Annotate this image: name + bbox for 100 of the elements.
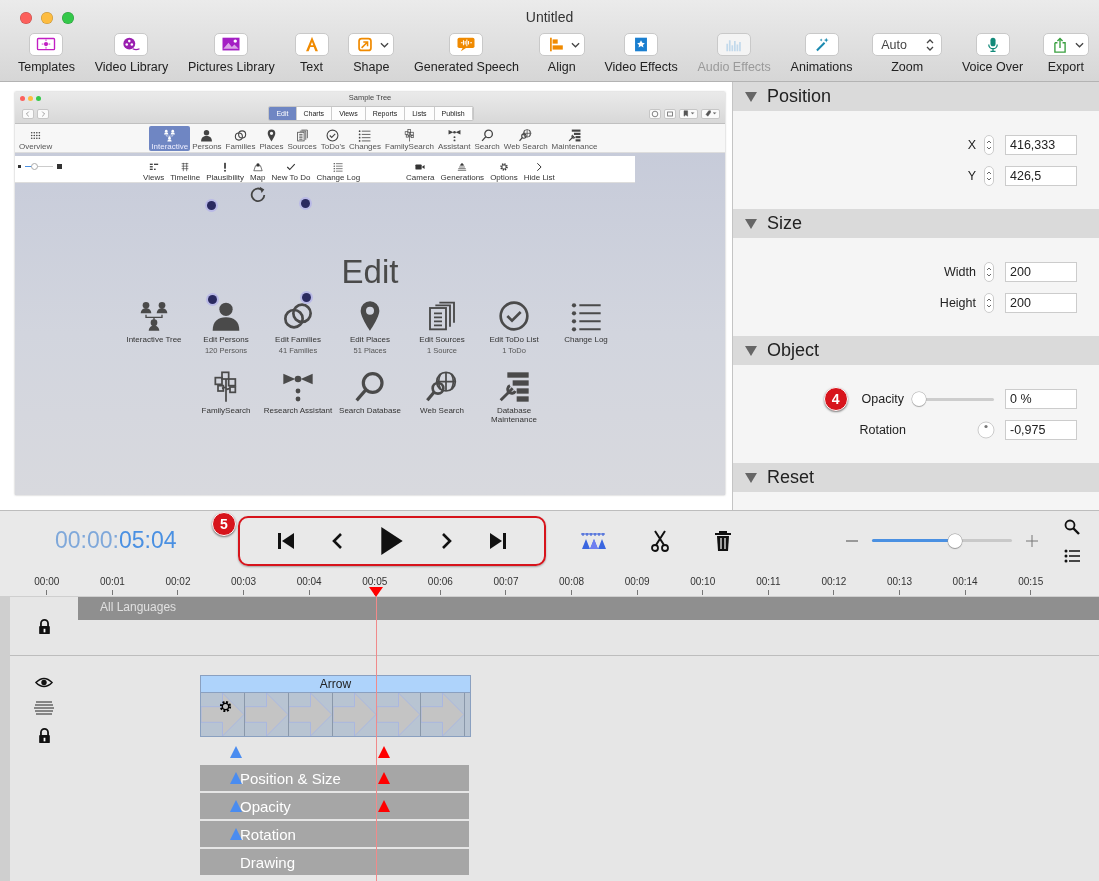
tool-button[interactable]: New To Do (268, 162, 314, 182)
section-header[interactable]: Object (733, 336, 1099, 365)
module-tile[interactable]: Search Database (334, 370, 406, 425)
keyframe-marker[interactable] (378, 800, 390, 812)
module-button[interactable]: Changes (346, 126, 383, 151)
value-field[interactable]: 200 (1005, 293, 1077, 313)
chevron-right-icon (534, 162, 545, 172)
checkmark-icon (286, 162, 296, 172)
module-tile[interactable]: Database Maintenance (478, 370, 550, 425)
module-button[interactable]: Persons (190, 126, 224, 151)
value-field[interactable]: 416,333 (1005, 135, 1077, 155)
value-field[interactable]: 426,5 (1005, 166, 1077, 186)
lock-icon[interactable] (37, 728, 51, 744)
close-button[interactable] (20, 12, 32, 24)
module-button[interactable]: Assistant (435, 126, 473, 151)
play-button[interactable] (380, 525, 404, 556)
tool-button[interactable]: Views (140, 162, 168, 182)
time-current: 05:04 (118, 527, 177, 553)
slider-thumb[interactable] (947, 533, 962, 548)
tag-menu-button[interactable] (701, 108, 720, 119)
zoom-in-button[interactable] (1026, 534, 1038, 547)
toolbar-menu-button[interactable] (348, 33, 395, 56)
value-field[interactable]: -0,975 (1005, 420, 1077, 440)
clip[interactable]: Arrow (200, 675, 471, 737)
caret-icon (1074, 41, 1084, 48)
zoom-stepper[interactable]: Auto (872, 33, 943, 56)
size-slider[interactable] (18, 164, 62, 169)
selection-handle[interactable] (207, 201, 216, 210)
opacity-slider[interactable] (912, 392, 994, 406)
stepper-control[interactable] (984, 135, 994, 155)
lines-icon[interactable] (34, 701, 54, 715)
toolbar-menu-button[interactable] (1042, 33, 1089, 56)
bookmark-menu-button[interactable] (679, 108, 698, 119)
value-field[interactable]: 0 % (1005, 389, 1077, 409)
stepper-control[interactable] (984, 166, 994, 186)
keyframe-marker[interactable] (378, 772, 390, 784)
module-tile[interactable]: Research Assistant (262, 370, 334, 425)
skip-to-start-button[interactable] (276, 530, 296, 551)
section-title: Object (767, 340, 820, 361)
toolbar-label: Shape (353, 60, 390, 74)
module-tile[interactable]: FamilySearch (190, 370, 262, 425)
selection-handle[interactable] (302, 293, 311, 302)
toolbar-button[interactable] (114, 33, 149, 56)
tool-button[interactable]: Change Log (313, 162, 364, 182)
tool-button[interactable]: Options (487, 162, 521, 182)
tool-button[interactable]: Plausibility (203, 162, 247, 182)
toolbar-button[interactable] (214, 33, 249, 56)
toolbar-button[interactable] (804, 33, 839, 56)
module-button[interactable]: ToDo's (318, 126, 347, 151)
toolbar-button[interactable] (29, 33, 64, 56)
module-button[interactable]: FamilySearch (383, 126, 436, 151)
keyframe-marker[interactable] (230, 828, 242, 840)
toolbar-button[interactable] (624, 33, 659, 56)
lock-icon[interactable] (37, 619, 51, 635)
slider-thumb[interactable] (912, 392, 926, 406)
timeline-zoom-slider[interactable] (872, 533, 1012, 548)
stepper-arrows-icon (926, 37, 935, 52)
settings-icon[interactable] (218, 699, 233, 714)
module-button[interactable]: Search (472, 126, 502, 151)
section-header[interactable]: Size (733, 209, 1099, 238)
rotation-dial[interactable] (977, 421, 995, 439)
scissors-button[interactable] (650, 529, 670, 552)
keyframes-button[interactable] (580, 531, 606, 550)
trash-button[interactable] (714, 529, 732, 552)
keyframe-marker[interactable] (378, 746, 390, 758)
module-button[interactable]: Web Search (501, 126, 550, 151)
section-title: Reset (767, 467, 815, 488)
module-tile[interactable]: Web Search (406, 370, 478, 425)
tool-button[interactable]: Timeline (167, 162, 204, 182)
list-button[interactable] (1064, 548, 1080, 563)
value-field[interactable]: 200 (1005, 262, 1077, 282)
selection-handle[interactable] (208, 295, 217, 304)
module-tile[interactable]: Change Log (550, 300, 622, 355)
module-button[interactable]: Places (257, 126, 286, 151)
tool-button[interactable]: Hide List (520, 162, 558, 182)
module-tile[interactable]: Interactive Tree (118, 300, 190, 355)
skip-to-end-button[interactable] (488, 530, 508, 551)
module-button[interactable]: Sources (285, 126, 319, 151)
section-header[interactable]: Position (733, 82, 1099, 111)
section-header[interactable]: Reset (733, 463, 1099, 492)
tool-button[interactable]: Map (246, 162, 269, 182)
module-button[interactable]: Families (223, 126, 258, 151)
eye-icon[interactable] (35, 677, 53, 688)
module-button[interactable]: Overview (17, 126, 55, 151)
search-button[interactable] (1064, 518, 1080, 535)
stepper-control[interactable] (984, 293, 994, 313)
keyframe-marker[interactable] (230, 746, 242, 758)
selection-handle[interactable] (301, 199, 310, 208)
toolbar-button[interactable] (664, 108, 676, 119)
toolbar-menu-button[interactable] (538, 33, 585, 56)
stepper-control[interactable] (984, 262, 994, 282)
tool-button[interactable]: Camera (403, 162, 438, 182)
rotate-handle-icon[interactable] (249, 185, 267, 203)
toolbar-button[interactable] (975, 33, 1010, 56)
zoom-button[interactable] (62, 12, 74, 24)
module-button[interactable]: Maintenance (549, 126, 600, 151)
tool-button[interactable]: Generations (437, 162, 488, 182)
keyframe-marker[interactable] (230, 772, 242, 784)
keyframe-marker[interactable] (230, 800, 242, 812)
toolbar-button[interactable] (649, 108, 661, 119)
